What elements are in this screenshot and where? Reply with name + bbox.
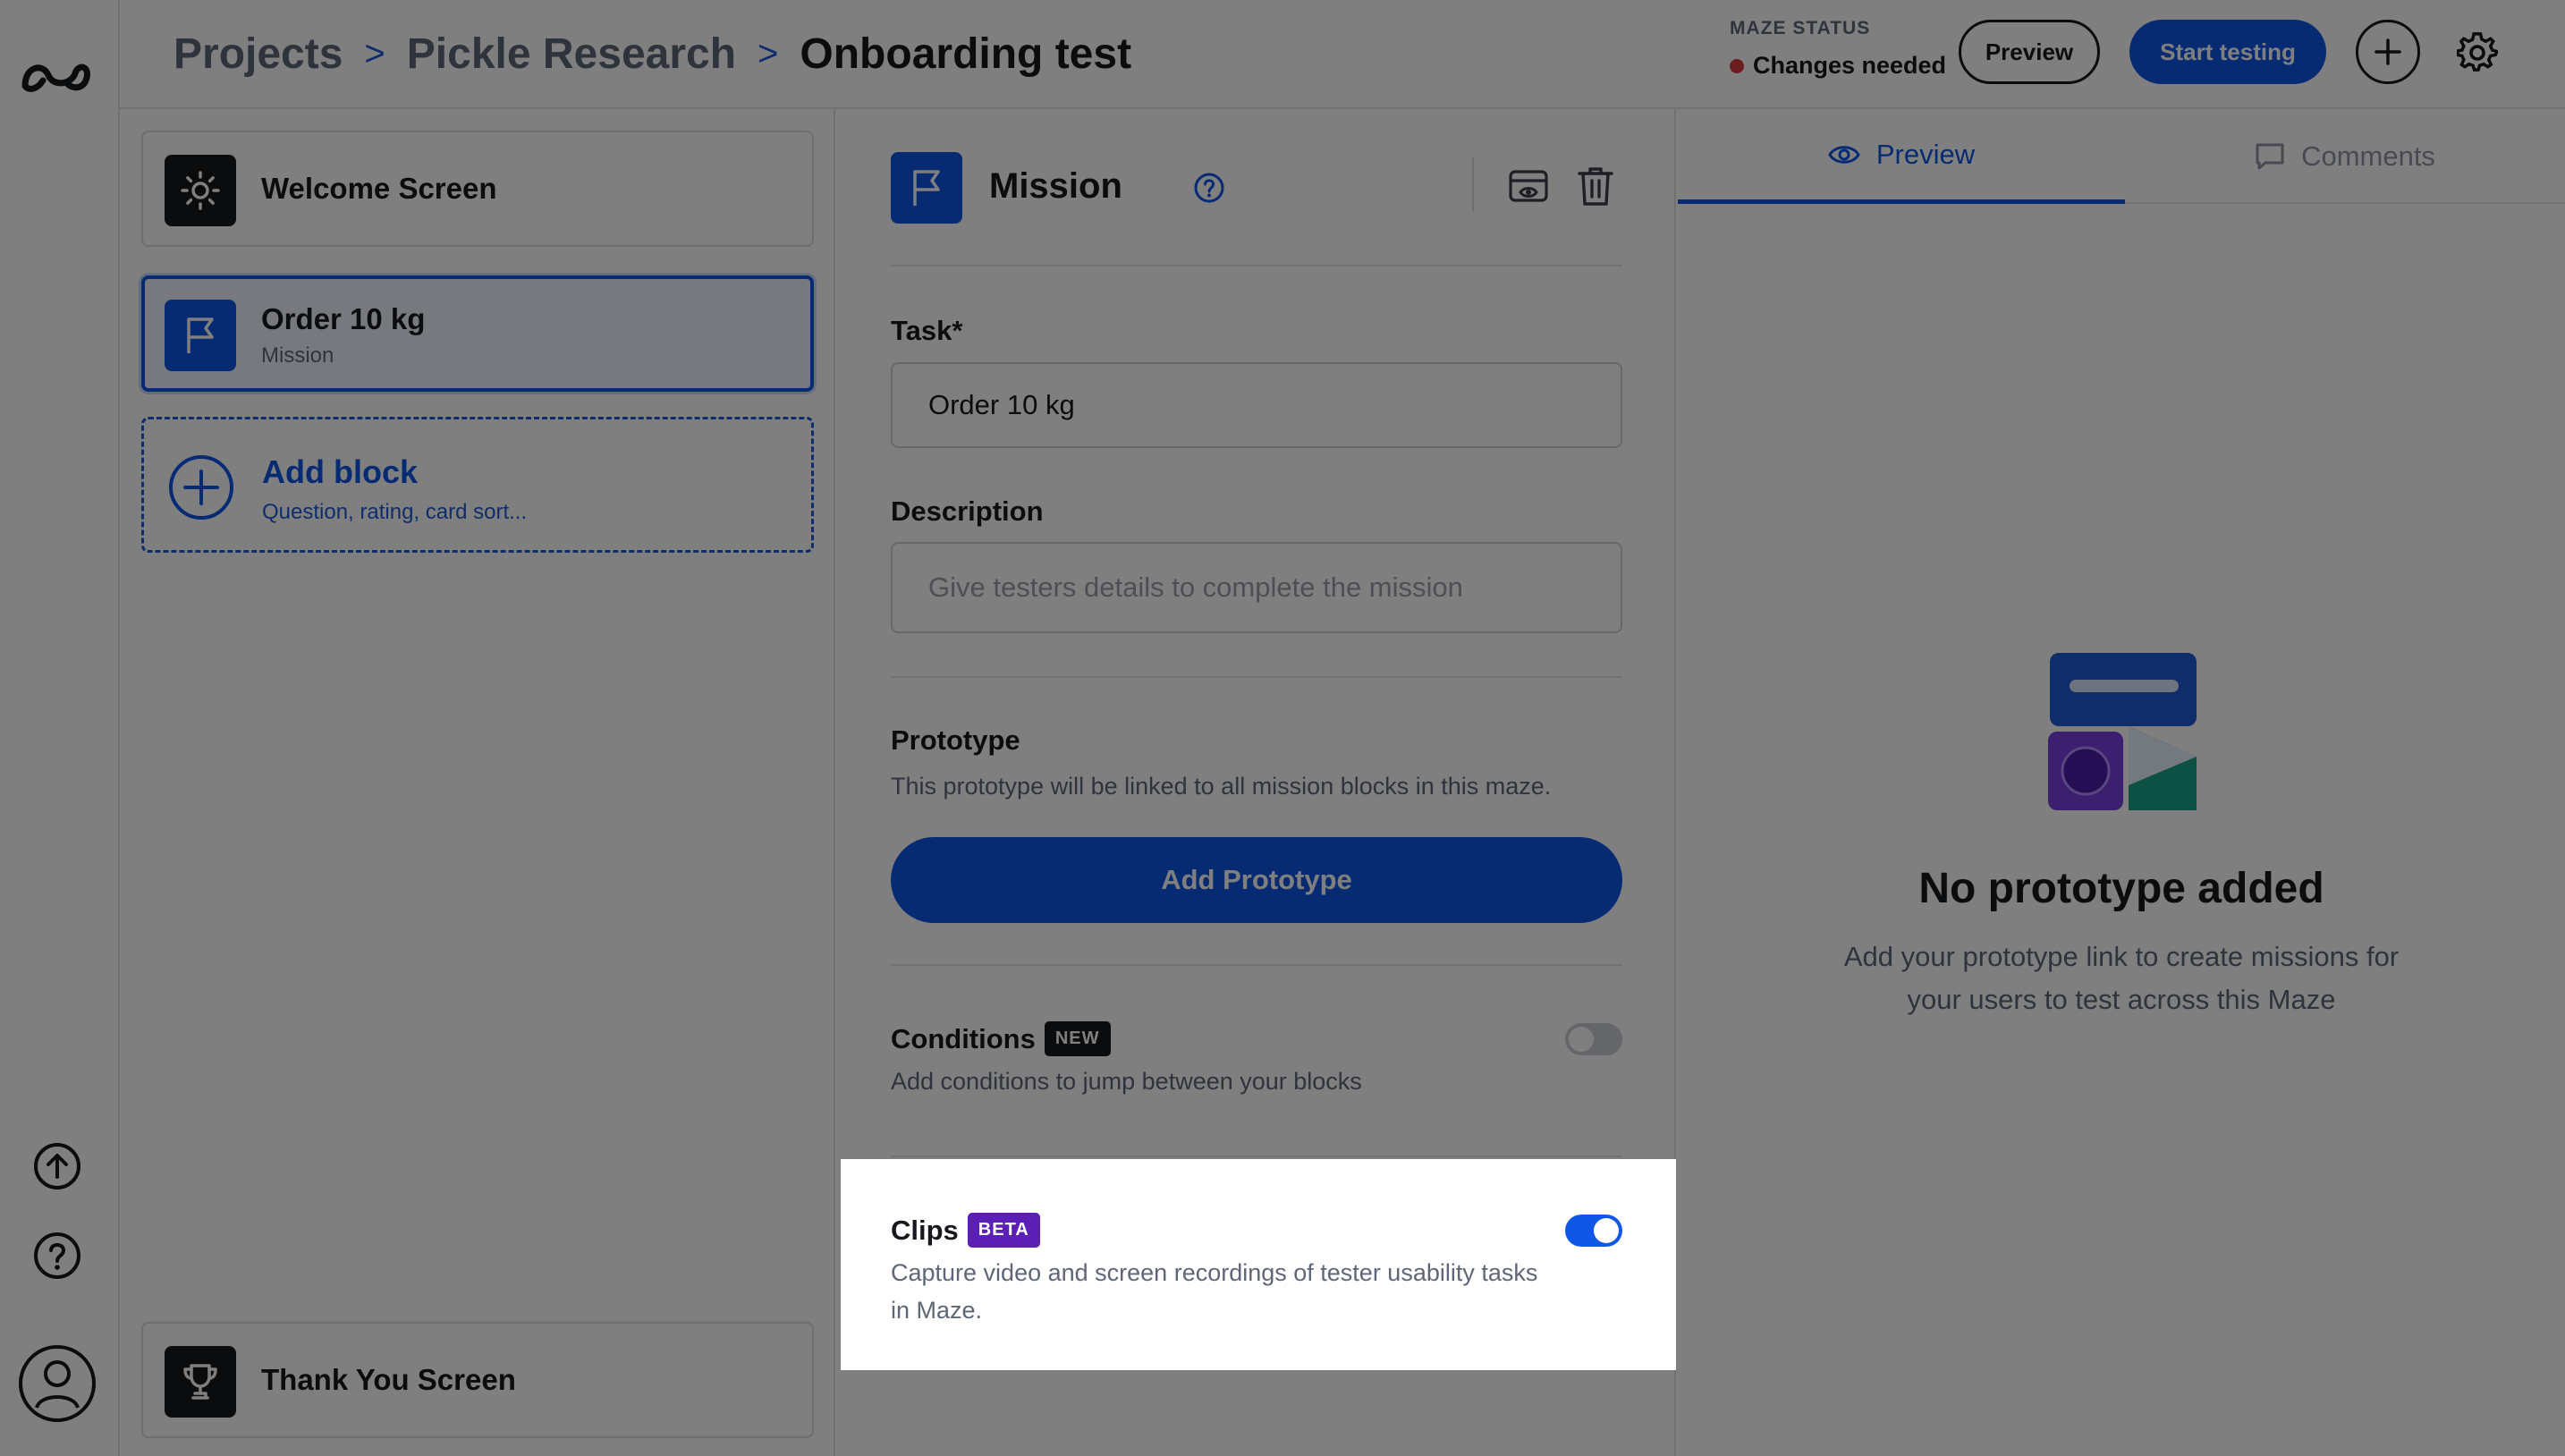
chevron-right-icon: > [364,33,385,73]
page-title[interactable]: Onboarding test [800,30,1131,79]
block-welcome-screen[interactable]: Welcome Screen [141,131,814,247]
trash-icon[interactable] [1576,165,1615,207]
add-prototype-button[interactable]: Add Prototype [891,837,1622,923]
tab-label: Comments [2301,140,2435,172]
editor-title: Mission [989,166,1122,206]
maze-logo-icon[interactable] [20,54,91,97]
clips-toggle[interactable] [1565,1215,1622,1247]
status-text: Changes needed [1753,52,1947,79]
divider [1472,157,1474,211]
flag-icon [891,152,962,224]
block-mission-order[interactable]: Order 10 kg Mission [141,275,814,392]
prototype-label: Prototype [891,724,1020,756]
empty-state-description: Add your prototype link to create missio… [1843,941,2400,1015]
comment-icon [2256,143,2284,170]
blocks-panel: Welcome Screen Order 10 kg Mission Add b… [120,109,835,1456]
add-block-subtitle: Question, rating, card sort... [262,500,528,524]
preview-tabs: Preview Comments [1678,109,2565,204]
empty-state-title: No prototype added [1918,865,2324,912]
plus-icon [2375,38,2401,65]
description-input[interactable]: Give testers details to complete the mis… [891,542,1622,633]
block-title: Thank You Screen [261,1363,516,1396]
breadcrumb: Projects > Pickle Research > Onboarding … [174,25,1131,82]
status-label: MAZE STATUS [1730,18,1871,38]
trophy-icon [165,1346,236,1418]
divider [891,1155,1622,1157]
help-icon[interactable] [1193,172,1225,204]
chevron-right-icon: > [758,33,779,73]
settings-button[interactable] [2451,25,2504,79]
tab-preview[interactable]: Preview [1678,109,2125,204]
add-block-button[interactable]: Add block Question, rating, card sort... [141,417,814,553]
prototype-description: This prototype will be linked to all mis… [891,773,1552,800]
maze-status: MAZE STATUS Changes needed [1730,18,1946,80]
clips-label: Clips [891,1214,959,1246]
status-dot-icon [1730,58,1744,73]
toggle-knob [1569,1027,1594,1052]
user-avatar-icon[interactable] [17,1343,97,1424]
breadcrumb-project[interactable]: Pickle Research [407,30,736,79]
plus-circle-icon [169,455,233,520]
add-block-title: Add block [262,453,419,490]
add-button[interactable] [2356,20,2420,84]
help-icon[interactable] [32,1231,82,1281]
toggle-knob [1594,1218,1619,1243]
task-input[interactable]: Order 10 kg [891,362,1622,448]
clips-heading: Clips BETA [891,1213,1040,1248]
preview-panel: Preview Comments No prototype added Add … [1678,109,2565,1456]
new-badge: NEW [1044,1021,1111,1056]
block-title: Order 10 kg [261,302,426,335]
conditions-heading: Conditions NEW [891,1021,1111,1056]
beta-badge: BETA [967,1213,1040,1248]
eye-slash-card-icon[interactable] [1508,166,1549,207]
prototype-illustration-icon [2048,653,2197,810]
top-bar: Projects > Pickle Research > Onboarding … [120,0,2565,109]
start-testing-button[interactable]: Start testing [2129,20,2326,84]
divider [891,265,1622,267]
editor-header: Mission [891,152,1622,224]
breadcrumb-projects[interactable]: Projects [174,30,343,79]
block-subtitle: Mission [261,343,334,368]
status-value[interactable]: Changes needed [1730,52,1946,80]
conditions-label: Conditions [891,1022,1036,1054]
divider [891,676,1622,678]
sun-icon [165,155,236,226]
task-label: Task* [891,315,963,346]
conditions-description: Add conditions to jump between your bloc… [891,1068,1362,1095]
upload-icon[interactable] [32,1141,82,1191]
conditions-toggle[interactable] [1565,1023,1622,1055]
eye-icon [1828,145,1860,164]
block-title: Welcome Screen [261,172,497,205]
left-rail [0,0,120,1456]
tab-label: Preview [1875,138,1976,170]
flag-icon [165,300,236,371]
tab-comments[interactable]: Comments [2125,109,2565,204]
preview-button[interactable]: Preview [1959,20,2100,84]
gear-icon [2457,32,2498,72]
clips-spotlight: Clips BETA Capture video and screen reco… [841,1159,1676,1370]
block-thank-you-screen[interactable]: Thank You Screen [141,1322,814,1438]
clips-description: Capture video and screen recordings of t… [891,1259,1538,1324]
description-label: Description [891,495,1044,527]
divider [891,964,1622,966]
